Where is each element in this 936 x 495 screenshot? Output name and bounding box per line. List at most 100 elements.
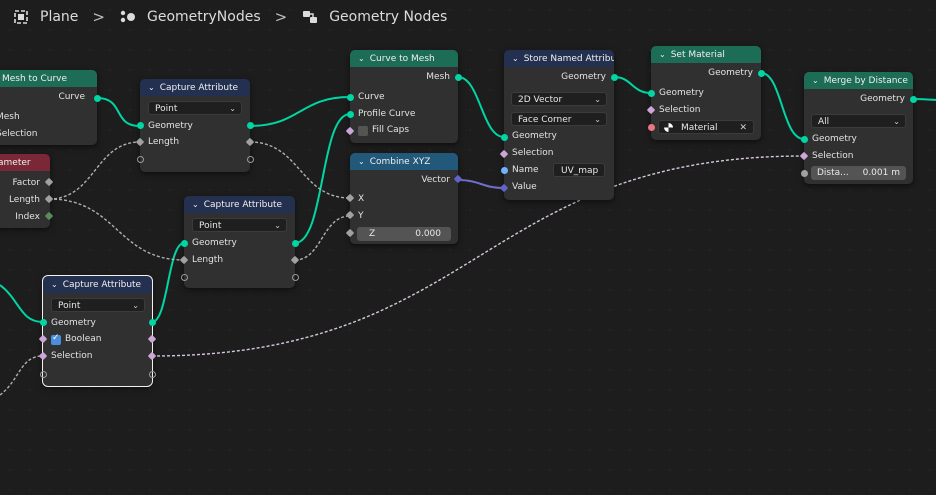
domain-dropdown[interactable]: Point ⌄: [51, 298, 145, 312]
mode-dropdown[interactable]: All ⌄: [811, 114, 906, 128]
boolean-checkbox[interactable]: [51, 333, 61, 345]
domain-value: Point: [199, 221, 222, 231]
material-selector[interactable]: Material ✕: [658, 120, 754, 134]
socket-label-selection: Selection: [659, 105, 701, 115]
socket-geometry-in[interactable]: [501, 134, 508, 141]
socket-empty-in[interactable]: [181, 274, 188, 281]
socket-geometry-out[interactable]: [149, 319, 156, 326]
socket-label-profile-curve: Profile Curve: [358, 109, 416, 119]
z-value-field[interactable]: Z 0.000: [357, 227, 451, 241]
socket-geometry-in[interactable]: [181, 240, 188, 247]
socket-label-length: Length: [148, 137, 180, 147]
socket-geometry-out[interactable]: [247, 122, 254, 129]
socket-label-geometry: Geometry: [148, 121, 193, 131]
socket-label-y: Y: [358, 211, 364, 221]
socket-name-in[interactable]: [501, 167, 508, 174]
socket-label-selection: Selection: [0, 129, 38, 139]
domain-value: Point: [155, 104, 178, 114]
collapse-chevron-icon[interactable]: ⌄: [512, 54, 519, 63]
distance-field[interactable]: Dista... 0.001 m: [811, 166, 906, 180]
node-combine-xyz[interactable]: ⌄ Combine XYZ Vector X Y Z 0.000: [350, 153, 458, 244]
domain-dropdown[interactable]: Point ⌄: [192, 218, 287, 232]
socket-geometry-out[interactable]: [611, 74, 618, 81]
node-capture-attribute-2[interactable]: ⌄ Capture Attribute Point ⌄ Geometry Lengt…: [184, 196, 295, 288]
node-title: Curve to Mesh: [369, 53, 435, 64]
breadcrumb-tree-label: Geometry Nodes: [329, 9, 448, 25]
object-icon: [12, 8, 30, 26]
node-title: Capture Attribute: [159, 82, 239, 93]
breadcrumb-object-label: Plane: [40, 9, 79, 25]
breadcrumb-object[interactable]: Plane: [12, 8, 78, 26]
attribute-name-value: UV_map: [561, 166, 599, 176]
socket-label-geometry: Geometry: [659, 88, 704, 98]
attribute-name-input[interactable]: UV_map: [553, 163, 605, 177]
node-title: Merge by Distance: [823, 75, 908, 86]
socket-empty-out[interactable]: [149, 371, 156, 378]
breadcrumb: Plane > GeometryNodes > Geometry Nodes: [0, 0, 447, 34]
socket-label-curve: Curve: [358, 92, 385, 102]
socket-geometry-in[interactable]: [137, 122, 144, 129]
close-icon[interactable]: ✕: [739, 121, 747, 135]
node-capture-attribute-3[interactable]: ⌄ Capture Attribute Point ⌄ Geometry Boole…: [42, 275, 153, 387]
node-spline-parameter[interactable]: ameter Factor Length Index: [0, 154, 50, 228]
node-curve-to-mesh[interactable]: ⌄ Curve to Mesh Mesh Curve Profile Curve …: [350, 50, 458, 143]
socket-label-vector: Vector: [421, 175, 450, 185]
domain-dropdown[interactable]: Face Corner ⌄: [511, 112, 607, 126]
chevron-down-icon: ⌄: [594, 115, 601, 124]
socket-label-length: Length: [8, 195, 40, 205]
node-mesh-to-curve[interactable]: Mesh to Curve Curve Mesh Selection: [0, 70, 97, 145]
socket-label-geometry-out: Geometry: [708, 68, 753, 78]
socket-label-geometry: Geometry: [512, 131, 557, 141]
node-title: ameter: [0, 157, 31, 168]
chevron-down-icon: ⌄: [229, 104, 236, 113]
socket-empty-out[interactable]: [247, 156, 254, 163]
node-title: Combine XYZ: [369, 156, 431, 167]
socket-label-fill-caps: Fill Caps: [372, 125, 410, 135]
socket-empty-out[interactable]: [292, 274, 299, 281]
z-label: Z: [369, 229, 376, 239]
data-type-value: 2D Vector: [518, 95, 563, 105]
socket-label-geometry: Geometry: [192, 238, 237, 248]
socket-geometry-in[interactable]: [648, 90, 655, 97]
node-capture-attribute-1[interactable]: ⌄ Capture Attribute Point ⌄ Geometry Lengt…: [140, 79, 250, 172]
node-set-material[interactable]: ⌄ Set Material Geometry Geometry Selectio…: [651, 46, 761, 140]
node-merge-by-distance[interactable]: ⌄ Merge by Distance Geometry All ⌄ Geometr…: [804, 72, 913, 184]
socket-label-mesh: Mesh: [426, 72, 450, 82]
collapse-chevron-icon[interactable]: ⌄: [148, 83, 155, 92]
collapse-chevron-icon[interactable]: ⌄: [659, 50, 666, 59]
socket-geometry-out[interactable]: [292, 240, 299, 247]
node-title: Capture Attribute: [203, 199, 283, 210]
fill-caps-checkbox[interactable]: [358, 126, 368, 136]
breadcrumb-modifier-label: GeometryNodes: [146, 9, 261, 25]
socket-label-geometry-out: Geometry: [860, 94, 905, 104]
socket-geometry-in[interactable]: [801, 136, 808, 143]
socket-label-selection: Selection: [812, 151, 854, 161]
socket-distance-in[interactable]: [801, 170, 808, 177]
node-store-named-attribute[interactable]: ⌄ Store Named Attribu... Geometry 2D Vect…: [504, 50, 614, 200]
socket-curve-out[interactable]: [94, 95, 101, 102]
socket-profile-in[interactable]: [347, 111, 354, 118]
socket-label-value: Value: [512, 182, 537, 192]
collapse-chevron-icon[interactable]: ⌄: [51, 280, 58, 289]
collapse-chevron-icon[interactable]: ⌄: [358, 54, 365, 63]
chevron-down-icon: ⌄: [893, 117, 900, 126]
socket-geometry-out[interactable]: [910, 96, 917, 103]
socket-geometry-out[interactable]: [758, 70, 765, 77]
domain-value: Point: [58, 301, 81, 311]
breadcrumb-tree[interactable]: Geometry Nodes: [301, 8, 447, 26]
socket-material-in[interactable]: [648, 124, 655, 131]
domain-dropdown[interactable]: Point ⌄: [148, 101, 242, 115]
socket-geometry-in[interactable]: [40, 319, 47, 326]
node-editor-background[interactable]: [0, 0, 936, 495]
data-type-dropdown[interactable]: 2D Vector ⌄: [511, 92, 607, 106]
socket-label-curve: Curve: [58, 92, 85, 102]
socket-curve-in[interactable]: [347, 94, 354, 101]
collapse-chevron-icon[interactable]: ⌄: [358, 157, 365, 166]
socket-empty-in[interactable]: [137, 156, 144, 163]
collapse-chevron-icon[interactable]: ⌄: [192, 200, 199, 209]
breadcrumb-modifier[interactable]: GeometryNodes: [119, 8, 261, 26]
collapse-chevron-icon[interactable]: ⌄: [812, 76, 819, 85]
socket-empty-in[interactable]: [40, 371, 47, 378]
chevron-down-icon: ⌄: [594, 95, 601, 104]
socket-mesh-out[interactable]: [455, 74, 462, 81]
